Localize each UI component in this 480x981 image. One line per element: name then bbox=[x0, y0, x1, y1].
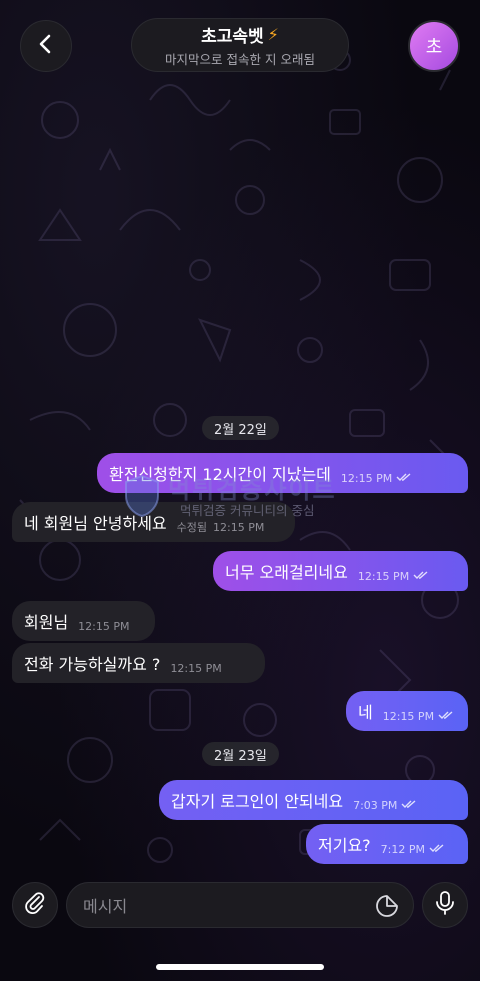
message-meta: 12:15 PM bbox=[341, 472, 412, 485]
message-time: 12:15 PM bbox=[170, 661, 222, 675]
attach-button[interactable] bbox=[12, 882, 58, 928]
outgoing-message[interactable]: 저기요? 7:12 PM bbox=[306, 824, 468, 864]
incoming-message[interactable]: 회원님 12:15 PM bbox=[12, 601, 155, 641]
message-input[interactable]: 메시지 bbox=[66, 882, 414, 928]
outgoing-message[interactable]: 갑자기 로그인이 안되네요 7:03 PM bbox=[159, 780, 468, 820]
message-time: 12:15 PM bbox=[78, 619, 130, 633]
incoming-message[interactable]: 네 회원님 안녕하세요 수정됨 12:15 PM bbox=[12, 502, 295, 542]
contact-avatar[interactable]: 초 bbox=[408, 20, 460, 72]
message-time: 12:15 PM bbox=[213, 520, 265, 534]
message-text: 저기요? bbox=[318, 836, 371, 855]
message-text: 너무 오래걸리네요 bbox=[225, 563, 348, 582]
message-text: 네 bbox=[358, 703, 373, 722]
double-check-icon bbox=[396, 472, 412, 485]
message-placeholder: 메시지 bbox=[83, 897, 128, 916]
chat-header: 초고속벳 ⚡ 마지막으로 접속한 지 오래됨 초 bbox=[0, 0, 480, 90]
edited-label: 수정됨 bbox=[176, 521, 208, 534]
message-meta: 7:03 PM bbox=[353, 799, 417, 812]
date-separator: 2월 22일 bbox=[202, 416, 279, 440]
message-time: 12:15 PM bbox=[382, 709, 435, 723]
chevron-left-icon bbox=[35, 33, 57, 59]
message-meta: 7:12 PM bbox=[381, 843, 445, 856]
back-button[interactable] bbox=[20, 20, 72, 72]
double-check-icon bbox=[401, 799, 417, 812]
home-indicator[interactable] bbox=[156, 964, 324, 970]
double-check-icon bbox=[438, 710, 454, 723]
outgoing-message[interactable]: 너무 오래걸리네요 12:15 PM bbox=[213, 551, 468, 591]
outgoing-message[interactable]: 네 12:15 PM bbox=[346, 691, 468, 731]
message-text: 회원님 bbox=[24, 613, 69, 632]
chat-title: 초고속벳 bbox=[201, 27, 264, 47]
message-text: 환전신청한지 12시간이 지났는데 bbox=[109, 465, 331, 484]
double-check-icon bbox=[413, 570, 429, 583]
chat-title-pill[interactable]: 초고속벳 ⚡ 마지막으로 접속한 지 오래됨 bbox=[131, 18, 349, 72]
message-text: 네 회원님 안녕하세요 bbox=[24, 514, 167, 533]
message-text: 전화 가능하실까요 ? bbox=[24, 655, 161, 674]
paperclip-icon bbox=[23, 891, 47, 919]
microphone-button[interactable] bbox=[422, 882, 468, 928]
microphone-icon bbox=[433, 890, 457, 920]
chat-title-row: 초고속벳 ⚡ bbox=[201, 22, 279, 47]
message-time: 7:03 PM bbox=[353, 798, 398, 812]
date-separator: 2월 23일 bbox=[202, 742, 279, 766]
message-time: 7:12 PM bbox=[380, 842, 425, 856]
message-time: 12:15 PM bbox=[340, 471, 393, 485]
message-text: 갑자기 로그인이 안되네요 bbox=[171, 792, 344, 811]
incoming-message[interactable]: 전화 가능하실까요 ? 12:15 PM bbox=[12, 643, 265, 683]
message-meta: 12:15 PM bbox=[383, 710, 454, 723]
lightning-icon: ⚡ bbox=[267, 25, 279, 44]
message-time: 12:15 PM bbox=[357, 569, 410, 583]
double-check-icon bbox=[429, 843, 445, 856]
outgoing-message[interactable]: 환전신청한지 12시간이 지났는데 12:15 PM bbox=[97, 453, 468, 493]
sticker-icon[interactable] bbox=[375, 894, 399, 922]
last-seen-status: 마지막으로 접속한 지 오래됨 bbox=[165, 52, 315, 67]
message-meta: 12:15 PM bbox=[358, 570, 429, 583]
